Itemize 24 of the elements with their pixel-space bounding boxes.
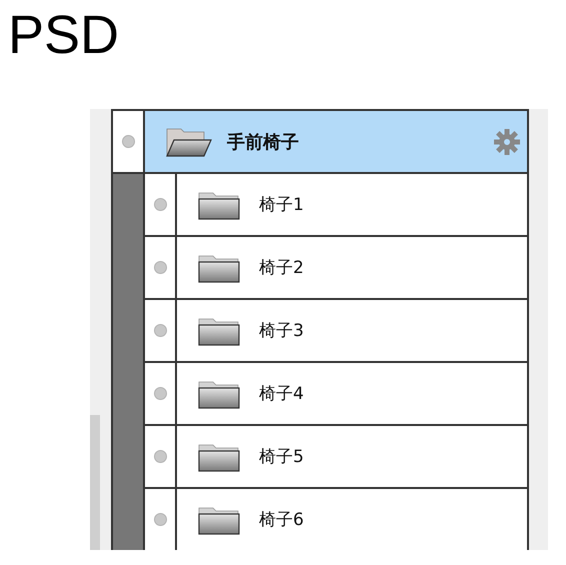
folder-icon — [197, 316, 241, 346]
visibility-dot[interactable] — [154, 387, 166, 400]
visibility-dot[interactable] — [154, 261, 166, 274]
layer-name: 椅子2 — [259, 257, 304, 279]
layer-name: 椅子6 — [259, 509, 304, 531]
page-title: PSD — [8, 8, 120, 62]
layer-name: 椅子5 — [259, 446, 304, 468]
layer-name: 椅子4 — [259, 383, 304, 405]
group-name: 手前椅子 — [227, 130, 299, 154]
visibility-dot[interactable] — [154, 324, 166, 337]
folder-icon — [197, 190, 241, 220]
layer-name: 椅子3 — [259, 320, 304, 342]
scrollbar[interactable] — [90, 415, 100, 550]
layer-group-row[interactable]: 手前椅子 — [145, 111, 527, 172]
settings-icon[interactable] — [493, 128, 521, 156]
folder-icon — [197, 378, 241, 408]
visibility-dot[interactable] — [154, 450, 166, 463]
visibility-dot[interactable] — [154, 513, 166, 526]
layer-name: 椅子1 — [259, 194, 304, 216]
folder-icon — [197, 442, 241, 472]
folder-icon — [197, 504, 241, 534]
visibility-dot[interactable] — [154, 198, 166, 211]
visibility-dot[interactable] — [122, 135, 134, 148]
folder-icon — [197, 252, 241, 282]
